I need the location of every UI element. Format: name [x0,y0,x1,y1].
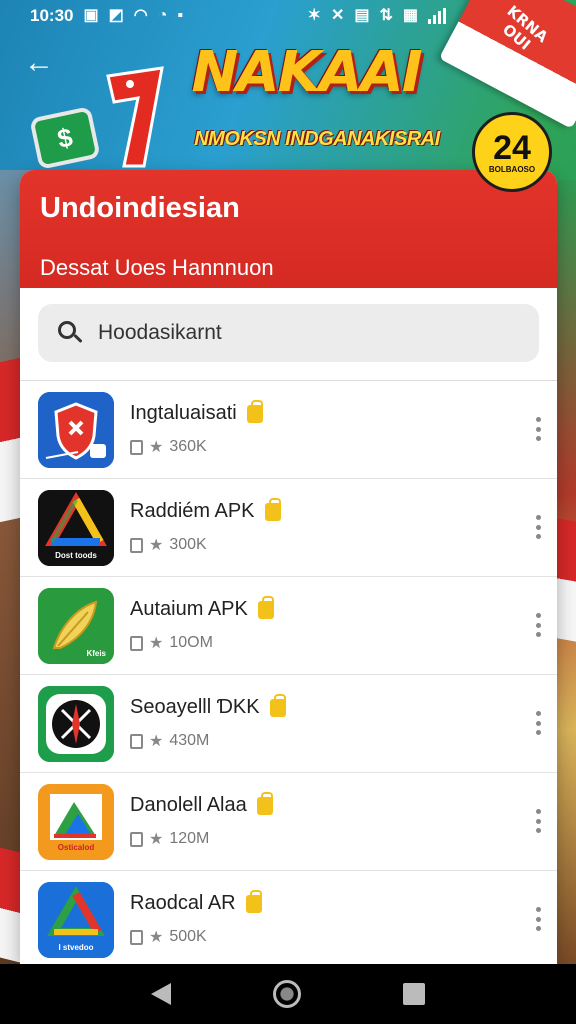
star-icon: ★ [149,635,164,652]
badge-caption: BOLBAOSO [488,164,536,174]
file-icon [130,537,143,553]
app-icon-caption: Osticalod [57,842,95,852]
star-icon: ★ [149,537,164,554]
app-size: 120M [169,830,210,847]
app-size: 500K [169,928,207,945]
app-size: 10ОМ [169,634,213,651]
mascot-seven-icon [106,66,164,168]
file-icon [130,831,143,847]
leaf-icon: Kfeis [38,587,114,664]
app-icon-caption: Kfeis [86,648,106,658]
more-options-icon[interactable] [535,515,541,539]
lock-icon [269,693,286,717]
list-item[interactable]: Dost toods Raddiém APK ★ 300K [20,479,557,577]
app-list-card: Undoindiesian Dessat Uoes Hannnuon Hooda… [20,170,557,964]
nav-home-icon[interactable] [273,980,301,1008]
app-icon-caption: Dost toods [55,550,97,560]
more-options-icon[interactable] [535,711,541,735]
search-input[interactable]: Hoodasikarnt [38,304,539,362]
alarm-icon: ◔ [157,7,168,24]
app-size: 360K [169,438,207,455]
star-icon: ★ [149,929,164,946]
more-options-icon[interactable] [535,417,541,441]
data-icon: ⇅ [379,7,393,24]
search-section: Hoodasikarnt [20,288,557,362]
dnd-icon: ✶ [307,7,321,24]
money-icon-symbol: $ [54,121,76,154]
notification-icon: ▣ [83,7,99,24]
brand-subtitle: NMOKSN INDGANAKISRAI [194,128,440,150]
list-item[interactable]: Seoayelll ƊKK ★ 430M [20,675,557,773]
list-item[interactable]: Ingtaluaisati ★ 360K [20,381,557,479]
status-bar: 10:30 ▣ ◩ ◠ ◔ ▪ ✶ ✕ ▤ ⇅ ▦ [0,0,576,32]
drive-icon: I stvedoo [38,881,114,958]
app-notification-icon: ▪ [177,7,184,24]
gallery-icon: ◩ [108,7,124,24]
nav-back-icon[interactable] [151,983,171,1005]
app-icon-caption: I stvedoo [58,942,94,952]
badge-number: 24 [493,128,531,167]
lock-icon [256,791,273,815]
list-item[interactable]: Osticalod Danolell Alaa ★ 120M [20,773,557,871]
star-icon: ★ [149,733,164,750]
back-arrow-icon[interactable]: ← [24,46,54,80]
status-time: 10:30 [30,6,74,25]
file-icon [130,733,143,749]
search-value: Hoodasikarnt [98,321,222,344]
bluetooth-icon: ✕ [330,7,345,24]
card-title: Undoindiesian [40,192,240,224]
map-icon: Osticalod [38,783,114,860]
card-subtitle: Dessat Uoes Hannnuon [40,255,274,280]
file-icon [130,439,143,455]
app-name: Raodcal AR [130,892,236,914]
more-options-icon[interactable] [535,809,541,833]
app-list: Ingtaluaisati ★ 360K Dost toods Raddiém … [20,381,557,964]
more-options-icon[interactable] [535,907,541,931]
navigation-bar [0,964,576,1024]
card-header: Undoindiesian Dessat Uoes Hannnuon [20,170,557,288]
nav-recents-icon[interactable] [403,983,425,1005]
lock-icon [264,497,281,521]
prism-icon: Dost toods [38,489,114,566]
star-icon: ★ [149,439,164,456]
signal-icon [428,8,446,24]
brand-title: NAKAAI [191,40,422,105]
app-name: Raddiém APK [130,500,255,522]
app-name: Seoayelll ƊKK [130,696,260,718]
star-icon: ★ [149,831,164,848]
app-name: Ingtaluaisati [130,402,237,424]
compass-icon [38,685,114,762]
lock-icon [246,399,263,423]
app-name: Autaium APK [130,598,248,620]
list-item[interactable]: I stvedoo Raodcal AR ★ 500K [20,871,557,964]
shield-icon [38,391,114,468]
search-icon [56,319,84,347]
wifi-icon: ◠ [133,7,148,24]
badge-24: 24 BOLBAOSO [472,112,552,192]
app-size: 430M [169,732,210,749]
lock-icon [245,889,262,913]
battery-saver-icon: ▤ [354,7,370,24]
app-size: 300K [169,536,207,553]
file-icon [130,635,143,651]
lock-icon [257,595,274,619]
app-name: Danolell Alaa [130,794,247,816]
vibrate-icon: ▦ [402,7,418,24]
list-item[interactable]: Kfeis Autaium APK ★ 10ОМ [20,577,557,675]
more-options-icon[interactable] [535,613,541,637]
file-icon [130,929,143,945]
